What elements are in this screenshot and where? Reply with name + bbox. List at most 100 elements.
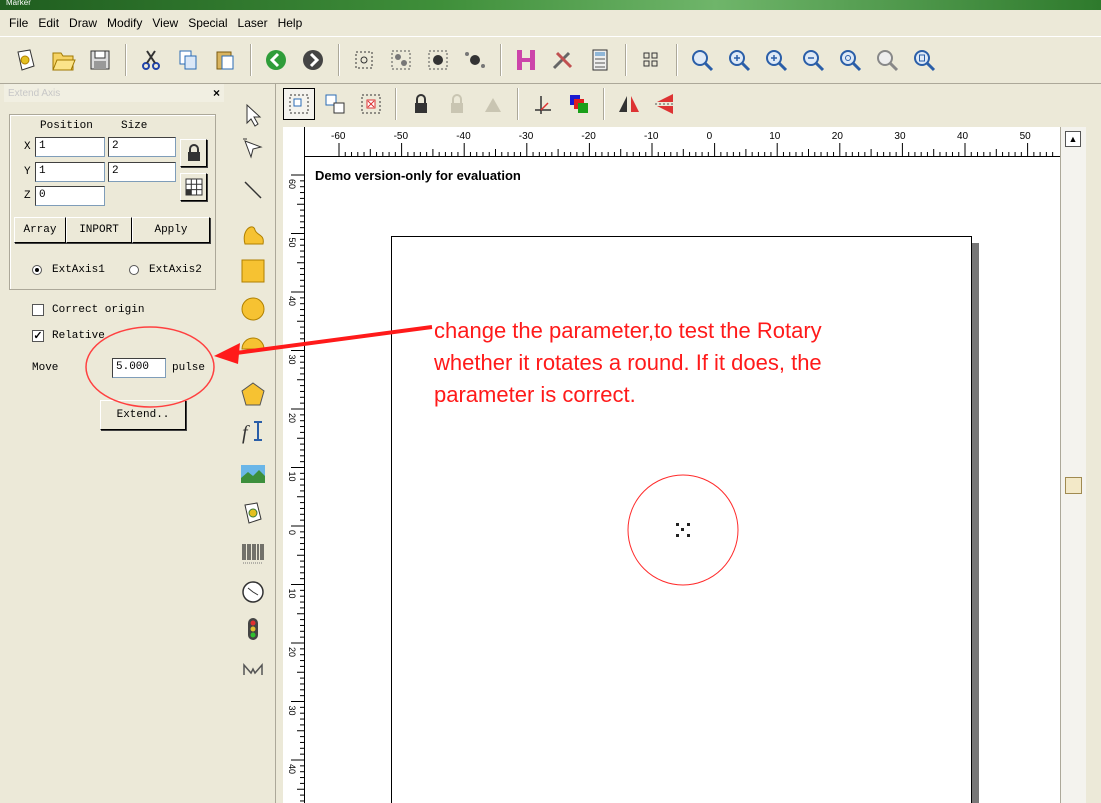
title-bar: Marker <box>0 0 1101 10</box>
move-field[interactable]: 5.000 <box>112 358 166 378</box>
ruler-label: 20 <box>287 413 297 423</box>
zoom-all-icon[interactable] <box>834 44 866 76</box>
title-bar-label: Marker <box>6 0 31 7</box>
menu-modify[interactable]: Modify <box>102 16 147 30</box>
zoom-icon[interactable] <box>686 44 718 76</box>
toolbar-separator <box>603 88 605 120</box>
position-y-field[interactable]: 1 <box>35 162 105 182</box>
extend-axis-icon[interactable] <box>238 654 268 684</box>
ruler-label: 10 <box>287 589 297 599</box>
toolbar-separator <box>625 44 627 76</box>
ruler-label: 0 <box>287 530 297 535</box>
ruler-label: -40 <box>456 131 471 142</box>
extend-button[interactable]: Extend.. <box>100 400 186 430</box>
calculator-icon[interactable] <box>584 44 616 76</box>
align-center-icon[interactable] <box>355 88 387 120</box>
group-icon[interactable] <box>283 88 315 120</box>
menu-special[interactable]: Special <box>183 16 232 30</box>
ruler-label: 50 <box>1020 131 1032 142</box>
copy-icon[interactable] <box>172 44 204 76</box>
position-z-field[interactable]: 0 <box>35 186 105 206</box>
tools-icon[interactable] <box>547 44 579 76</box>
panel-header: Extend Axis × <box>4 84 224 102</box>
menu-view[interactable]: View <box>147 16 183 30</box>
rectangle-icon[interactable] <box>238 256 268 286</box>
select-points-icon[interactable] <box>348 44 380 76</box>
back-icon[interactable] <box>260 44 292 76</box>
barcode-icon[interactable] <box>238 539 268 569</box>
vertical-scrollbar[interactable]: ▲ <box>1060 127 1086 803</box>
inport-button[interactable]: INPORT <box>66 217 132 243</box>
ext-axis1-radio[interactable] <box>32 265 42 275</box>
unlock-icon[interactable] <box>441 88 473 120</box>
ungroup-icon[interactable] <box>319 88 351 120</box>
save-icon[interactable] <box>84 44 116 76</box>
io-signal-icon[interactable] <box>238 614 268 644</box>
menu-edit[interactable]: Edit <box>33 16 64 30</box>
svg-text:f: f <box>242 422 250 444</box>
menu-help[interactable]: Help <box>273 16 308 30</box>
menu-draw[interactable]: Draw <box>64 16 102 30</box>
select-ungroup-icon[interactable] <box>422 44 454 76</box>
ruler-label: 30 <box>287 355 297 365</box>
mirror-horizontal-icon[interactable] <box>613 88 645 120</box>
toolbar-separator <box>395 88 397 120</box>
menu-laser[interactable]: Laser <box>233 16 273 30</box>
vector-file-icon[interactable] <box>238 498 268 528</box>
ruler-label: 20 <box>832 131 844 142</box>
new-icon[interactable] <box>10 44 42 76</box>
size-y-field[interactable]: 2 <box>108 162 176 182</box>
node-edit-icon[interactable] <box>459 44 491 76</box>
circle-icon[interactable] <box>238 294 268 324</box>
zoom-in-icon[interactable] <box>723 44 755 76</box>
curve-icon[interactable] <box>238 219 268 249</box>
toolbar-separator <box>517 88 519 120</box>
ruler-label: -10 <box>644 131 659 142</box>
order-icon[interactable] <box>563 88 595 120</box>
text-icon[interactable]: f <box>238 416 268 446</box>
unlock-all-icon[interactable] <box>477 88 509 120</box>
array-button[interactable]: Array <box>14 217 66 243</box>
toolbar-separator <box>338 44 340 76</box>
position-x-field[interactable]: 1 <box>35 137 105 157</box>
zoom-selected-icon[interactable] <box>871 44 903 76</box>
layers-icon[interactable] <box>635 44 667 76</box>
zoom-fit-icon[interactable] <box>760 44 792 76</box>
polygon-icon[interactable] <box>238 379 268 409</box>
zoom-out-icon[interactable] <box>797 44 829 76</box>
paste-icon[interactable] <box>209 44 241 76</box>
size-x-field[interactable]: 2 <box>108 137 176 157</box>
lock-ratio-button[interactable] <box>180 139 207 167</box>
line-icon[interactable] <box>238 175 268 205</box>
lock-icon[interactable] <box>405 88 437 120</box>
grid-icon <box>185 178 202 196</box>
ruler-label: 40 <box>287 296 297 306</box>
timer-icon[interactable] <box>238 577 268 607</box>
menu-bar: File Edit Draw Modify View Special Laser… <box>0 10 1101 36</box>
forward-icon[interactable] <box>297 44 329 76</box>
menu-file[interactable]: File <box>4 16 33 30</box>
node-select-icon[interactable] <box>238 134 268 164</box>
bitmap-icon[interactable] <box>238 459 268 489</box>
cut-icon[interactable] <box>135 44 167 76</box>
ruler-label: 10 <box>769 131 781 142</box>
size-label: Size <box>121 120 148 132</box>
arc-icon[interactable] <box>238 334 268 364</box>
mirror-vertical-icon[interactable] <box>649 88 681 120</box>
origin-icon[interactable] <box>527 88 559 120</box>
scroll-up-icon[interactable]: ▲ <box>1065 131 1081 147</box>
ruler-label: 40 <box>287 764 297 774</box>
hatch-icon[interactable] <box>510 44 542 76</box>
main-toolbar <box>0 36 1101 84</box>
relative-checkbox[interactable]: ✓ <box>32 330 44 342</box>
scroll-thumb[interactable] <box>1065 477 1082 494</box>
grid-button[interactable] <box>180 173 207 201</box>
apply-button[interactable]: Apply <box>132 217 210 243</box>
close-icon[interactable]: × <box>213 86 220 100</box>
zoom-page-icon[interactable] <box>908 44 940 76</box>
select-arrow-icon[interactable] <box>238 100 268 130</box>
open-icon[interactable] <box>47 44 79 76</box>
select-group-icon[interactable] <box>385 44 417 76</box>
correct-origin-checkbox[interactable] <box>32 304 44 316</box>
ext-axis2-radio[interactable] <box>129 265 139 275</box>
